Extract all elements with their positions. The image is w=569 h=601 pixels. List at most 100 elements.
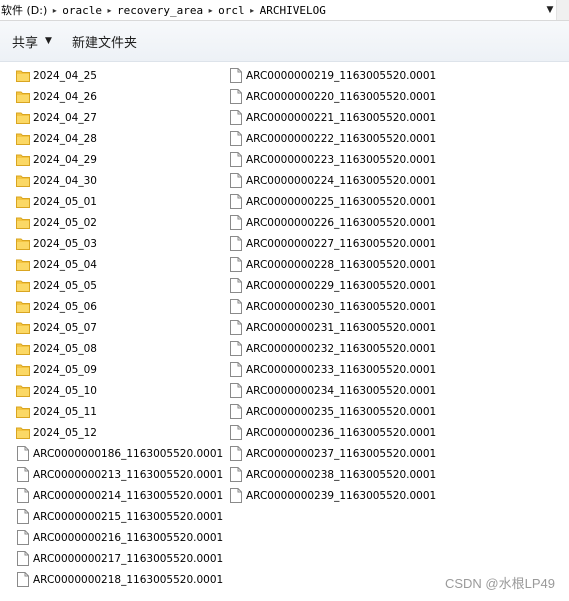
address-dropdown-icon[interactable]: ▼ <box>545 3 555 17</box>
file-icon <box>229 320 243 336</box>
file-icon <box>229 236 243 252</box>
folder-item[interactable]: 2024_05_03 <box>16 233 223 254</box>
folder-item[interactable]: 2024_05_01 <box>16 191 223 212</box>
folder-item[interactable]: 2024_05_06 <box>16 296 223 317</box>
breadcrumb-orcl[interactable]: orcl <box>216 4 247 17</box>
folder-icon <box>16 131 30 147</box>
file-list-column-1: 2024_04_25 2024_04_26 2024_04_27 2024_04_28… <box>16 65 223 590</box>
breadcrumb-separator-icon[interactable]: ▸ <box>205 6 216 15</box>
file-item[interactable]: ARC0000000226_1163005520.0001 <box>229 212 436 233</box>
file-item[interactable]: ARC0000000235_1163005520.0001 <box>229 401 436 422</box>
item-label: ARC0000000228_1163005520.0001 <box>246 258 437 271</box>
item-label: 2024_04_26 <box>33 90 97 103</box>
item-label: 2024_04_27 <box>33 111 97 124</box>
file-list-column-2: ARC0000000219_1163005520.0001 ARC00000002… <box>229 65 436 506</box>
breadcrumb-separator-icon[interactable]: ▸ <box>104 6 115 15</box>
breadcrumb-root[interactable]: 软件 (D:) <box>0 2 49 18</box>
file-icon <box>229 362 243 378</box>
file-item[interactable]: ARC0000000236_1163005520.0001 <box>229 422 436 443</box>
folder-icon <box>16 257 30 273</box>
folder-item[interactable]: 2024_04_27 <box>16 107 223 128</box>
file-item[interactable]: ARC0000000218_1163005520.0001 <box>16 569 223 590</box>
folder-item[interactable]: 2024_05_10 <box>16 380 223 401</box>
file-item[interactable]: ARC0000000220_1163005520.0001 <box>229 86 436 107</box>
item-label: ARC0000000216_1163005520.0001 <box>33 531 224 544</box>
item-label: 2024_05_06 <box>33 300 97 313</box>
file-item[interactable]: ARC0000000214_1163005520.0001 <box>16 485 223 506</box>
file-item[interactable]: ARC0000000217_1163005520.0001 <box>16 548 223 569</box>
item-label: ARC0000000221_1163005520.0001 <box>246 111 437 124</box>
item-label: 2024_05_05 <box>33 279 97 292</box>
file-item[interactable]: ARC0000000233_1163005520.0001 <box>229 359 436 380</box>
folder-item[interactable]: 2024_05_05 <box>16 275 223 296</box>
file-icon <box>229 173 243 189</box>
breadcrumb-recovery-area[interactable]: recovery_area <box>115 4 205 17</box>
file-item[interactable]: ARC0000000215_1163005520.0001 <box>16 506 223 527</box>
file-icon <box>16 488 30 504</box>
folder-item[interactable]: 2024_05_07 <box>16 317 223 338</box>
file-item[interactable]: ARC0000000234_1163005520.0001 <box>229 380 436 401</box>
folder-item[interactable]: 2024_04_25 <box>16 65 223 86</box>
folder-item[interactable]: 2024_05_02 <box>16 212 223 233</box>
item-label: ARC0000000239_1163005520.0001 <box>246 489 437 502</box>
file-item[interactable]: ARC0000000213_1163005520.0001 <box>16 464 223 485</box>
item-label: ARC0000000224_1163005520.0001 <box>246 174 437 187</box>
file-item[interactable]: ARC0000000216_1163005520.0001 <box>16 527 223 548</box>
file-item[interactable]: ARC0000000228_1163005520.0001 <box>229 254 436 275</box>
folder-item[interactable]: 2024_04_30 <box>16 170 223 191</box>
file-item[interactable]: ARC0000000221_1163005520.0001 <box>229 107 436 128</box>
item-label: 2024_05_07 <box>33 321 97 334</box>
file-item[interactable]: ARC0000000238_1163005520.0001 <box>229 464 436 485</box>
item-label: ARC0000000230_1163005520.0001 <box>246 300 437 313</box>
folder-item[interactable]: 2024_05_09 <box>16 359 223 380</box>
folder-item[interactable]: 2024_05_12 <box>16 422 223 443</box>
file-item[interactable]: ARC0000000232_1163005520.0001 <box>229 338 436 359</box>
file-item[interactable]: ARC0000000229_1163005520.0001 <box>229 275 436 296</box>
folder-icon <box>16 362 30 378</box>
folder-icon <box>16 215 30 231</box>
file-item[interactable]: ARC0000000219_1163005520.0001 <box>229 65 436 86</box>
scrollbar[interactable] <box>556 0 569 20</box>
file-icon <box>229 404 243 420</box>
share-button[interactable]: 共享 ▼ <box>6 29 58 53</box>
file-item[interactable]: ARC0000000231_1163005520.0001 <box>229 317 436 338</box>
folder-item[interactable]: 2024_05_08 <box>16 338 223 359</box>
item-label: 2024_04_28 <box>33 132 97 145</box>
item-label: 2024_05_02 <box>33 216 97 229</box>
folder-item[interactable]: 2024_04_26 <box>16 86 223 107</box>
breadcrumb-archivelog[interactable]: ARCHIVELOG <box>258 4 328 17</box>
new-folder-button[interactable]: 新建文件夹 <box>66 29 143 53</box>
folder-icon <box>16 425 30 441</box>
item-label: 2024_05_01 <box>33 195 97 208</box>
file-item[interactable]: ARC0000000222_1163005520.0001 <box>229 128 436 149</box>
watermark: CSDN @水根LP49 <box>444 576 555 591</box>
file-item[interactable]: ARC0000000224_1163005520.0001 <box>229 170 436 191</box>
file-item[interactable]: ARC0000000239_1163005520.0001 <box>229 485 436 506</box>
item-label: ARC0000000226_1163005520.0001 <box>246 216 437 229</box>
file-item[interactable]: ARC0000000225_1163005520.0001 <box>229 191 436 212</box>
folder-icon <box>16 320 30 336</box>
file-icon <box>16 446 30 462</box>
folder-item[interactable]: 2024_04_29 <box>16 149 223 170</box>
file-item[interactable]: ARC0000000230_1163005520.0001 <box>229 296 436 317</box>
file-icon <box>229 425 243 441</box>
breadcrumb-oracle[interactable]: oracle <box>60 4 104 17</box>
file-list[interactable]: 2024_04_25 2024_04_26 2024_04_27 2024_04_28… <box>0 62 569 601</box>
file-icon <box>16 467 30 483</box>
folder-item[interactable]: 2024_05_04 <box>16 254 223 275</box>
item-label: 2024_05_11 <box>33 405 97 418</box>
file-icon <box>16 551 30 567</box>
file-item[interactable]: ARC0000000186_1163005520.0001 <box>16 443 223 464</box>
file-item[interactable]: ARC0000000223_1163005520.0001 <box>229 149 436 170</box>
breadcrumb-separator-icon[interactable]: ▸ <box>49 6 60 15</box>
item-label: 2024_04_30 <box>33 174 97 187</box>
folder-item[interactable]: 2024_05_11 <box>16 401 223 422</box>
breadcrumb-separator-icon[interactable]: ▸ <box>247 6 258 15</box>
file-item[interactable]: ARC0000000237_1163005520.0001 <box>229 443 436 464</box>
file-item[interactable]: ARC0000000227_1163005520.0001 <box>229 233 436 254</box>
address-bar[interactable]: 软件 (D:) ▸ oracle ▸ recovery_area ▸ orcl … <box>0 0 569 21</box>
folder-item[interactable]: 2024_04_28 <box>16 128 223 149</box>
file-icon <box>229 383 243 399</box>
folder-icon <box>16 341 30 357</box>
item-label: ARC0000000225_1163005520.0001 <box>246 195 437 208</box>
